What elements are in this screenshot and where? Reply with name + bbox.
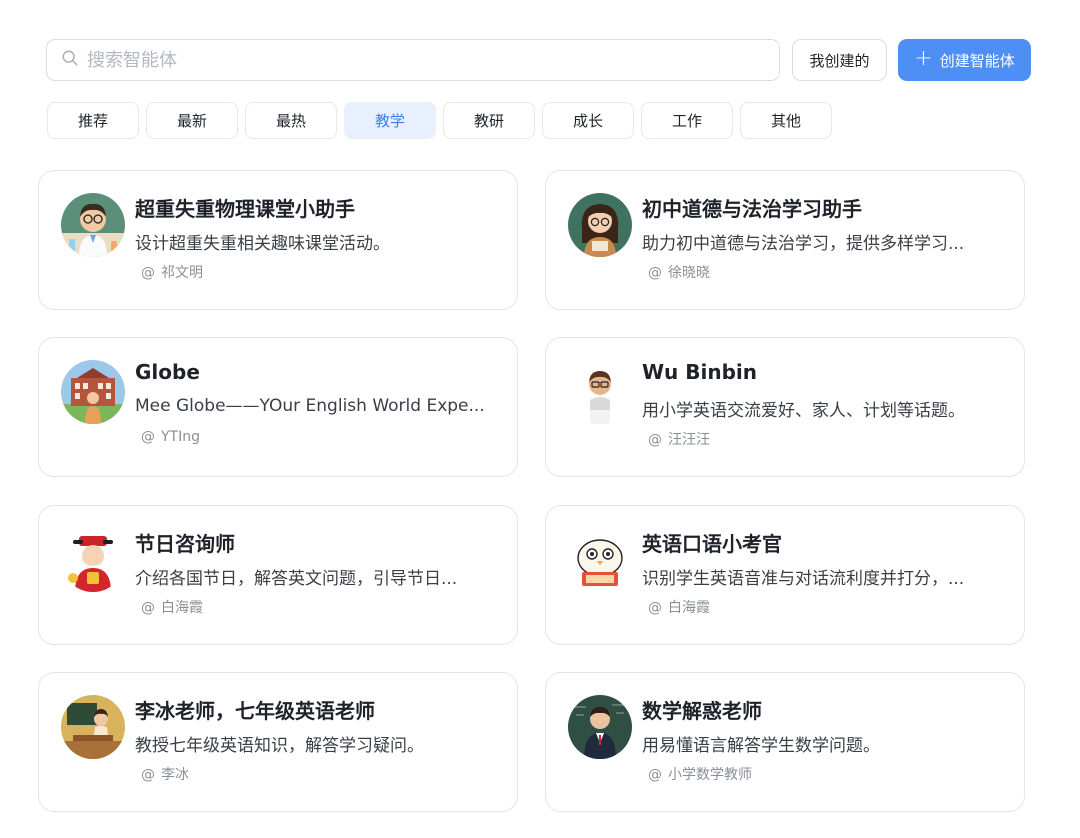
reading-bird-avatar [568,528,632,592]
math-teacher-avatar [568,695,632,759]
fortune-god-avatar [61,528,125,592]
tab-work[interactable]: 工作 [641,102,733,139]
tab-other[interactable]: 其他 [740,102,832,139]
agent-title: 李冰老师，七年级英语老师 [135,699,375,723]
agent-author: @ 汪汪汪 [648,432,710,448]
create-agent-label: 创建智能体 [939,51,1015,70]
agent-author: @ 徐晓晓 [648,265,710,281]
agent-title: 英语口语小考官 [642,532,782,556]
tab-growth[interactable]: 成长 [542,102,634,139]
search-input[interactable] [87,49,727,71]
agent-card[interactable]: 数学解惑老师 用易懂语言解答学生数学问题。 @ 小学数学教师 [545,672,1025,812]
agent-description: 教授七年级英语知识，解答学习疑问。 [135,736,424,756]
tab-research[interactable]: 教研 [443,102,535,139]
agent-author: @ 白海霞 [648,600,710,616]
plus-icon: + [914,46,933,71]
tab-recommend[interactable]: 推荐 [47,102,139,139]
agent-author: @ 白海霞 [141,600,203,616]
agent-title: 数学解惑老师 [642,699,762,723]
agent-title: 节日咨询师 [135,532,235,556]
agent-card[interactable]: 节日咨询师 介绍各国节日，解答英文问题，引导节日... @ 白海霞 [38,505,518,645]
tab-latest[interactable]: 最新 [146,102,238,139]
my-created-button[interactable]: 我创建的 [792,39,887,81]
create-agent-button[interactable]: + 创建智能体 [898,39,1031,81]
agent-card[interactable]: 英语口语小考官 识别学生英语音准与对话流利度并打分，... @ 白海霞 [545,505,1025,645]
agent-description: Mee Globe——YOur English World Expe... [135,396,485,416]
agent-title: 初中道德与法治学习助手 [642,197,862,221]
school-building-avatar [61,360,125,424]
my-created-label: 我创建的 [809,51,870,70]
agent-description: 介绍各国节日，解答英文问题，引导节日... [135,569,458,589]
cartoon-boy-avatar [568,360,632,424]
agent-card[interactable]: 初中道德与法治学习助手 助力初中道德与法治学习，提供多样学习... @ 徐晓晓 [545,170,1025,310]
agent-description: 设计超重失重相关趣味课堂活动。 [135,234,390,254]
tab-teaching[interactable]: 教学 [344,102,436,139]
agent-author: @ YTIng [141,429,200,445]
classroom-teacher-avatar [61,695,125,759]
teacher-lab-avatar [61,193,125,257]
tab-hottest[interactable]: 最热 [245,102,337,139]
agent-card[interactable]: 李冰老师，七年级英语老师 教授七年级英语知识，解答学习疑问。 @ 李冰 [38,672,518,812]
category-tabs: 推荐 最新 最热 教学 教研 成长 工作 其他 [47,102,832,139]
agent-author: @ 祁文明 [141,265,203,281]
agent-card[interactable]: Wu Binbin 用小学英语交流爱好、家人、计划等话题。 @ 汪汪汪 [545,337,1025,477]
agent-description: 用易懂语言解答学生数学问题。 [642,736,880,756]
agent-author: @ 李冰 [141,767,189,783]
agent-title: 超重失重物理课堂小助手 [135,197,355,221]
agent-card[interactable]: Globe Mee Globe——YOur English World Expe… [38,337,518,477]
agent-author: @ 小学数学教师 [648,767,752,783]
agent-description: 识别学生英语音准与对话流利度并打分，... [642,569,965,589]
agent-description: 用小学英语交流爱好、家人、计划等话题。 [642,401,965,421]
search-box[interactable] [46,39,780,81]
agent-title: Globe [135,360,200,384]
agent-card[interactable]: 超重失重物理课堂小助手 设计超重失重相关趣味课堂活动。 @ 祁文明 [38,170,518,310]
agent-description: 助力初中道德与法治学习，提供多样学习... [642,234,965,254]
girl-student-avatar [568,193,632,257]
search-icon [61,49,79,71]
agent-title: Wu Binbin [642,360,758,384]
